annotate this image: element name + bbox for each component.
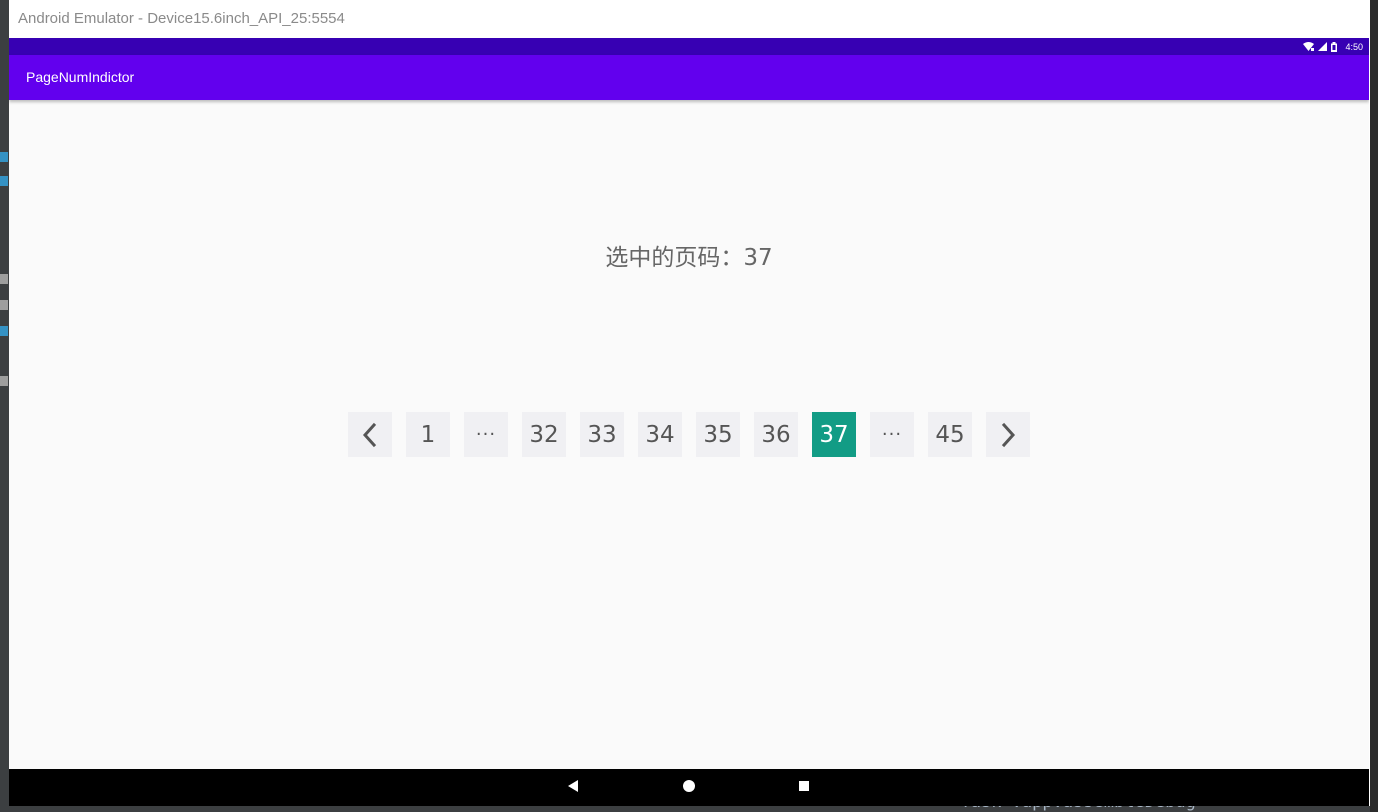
chevron-right-icon xyxy=(1001,422,1016,447)
app-bar: PageNumIndictor xyxy=(9,55,1369,100)
page-button-33[interactable]: 33 xyxy=(580,412,624,457)
prev-page-button[interactable] xyxy=(348,412,392,457)
ide-arrow-icon xyxy=(0,376,8,386)
chevron-left-icon xyxy=(362,422,377,447)
page-button-36[interactable]: 36 xyxy=(754,412,798,457)
navigation-bar xyxy=(9,769,1369,806)
ide-right-panel xyxy=(1370,0,1378,812)
battery-icon xyxy=(1331,41,1338,52)
page-button-45[interactable]: 45 xyxy=(928,412,972,457)
ide-arrow-icon xyxy=(0,300,8,310)
page-button-32[interactable]: 32 xyxy=(522,412,566,457)
window-titlebar[interactable]: Android Emulator - Device15.6inch_API_25… xyxy=(9,0,1370,38)
selected-page-label: 选中的页码：37 xyxy=(605,245,773,271)
next-page-button[interactable] xyxy=(986,412,1030,457)
ide-left-toolbar xyxy=(0,38,9,812)
page-indicator: 1 ··· 32 33 34 35 36 37 ··· 45 xyxy=(348,412,1030,457)
ide-folder-icon xyxy=(0,176,8,186)
page-ellipsis[interactable]: ··· xyxy=(464,412,508,457)
window-title: Android Emulator - Device15.6inch_API_25… xyxy=(18,10,345,27)
recents-icon[interactable] xyxy=(797,779,811,793)
home-icon[interactable] xyxy=(682,779,696,793)
ide-arrow-icon xyxy=(0,274,8,284)
page-button-34[interactable]: 34 xyxy=(638,412,682,457)
status-icons: 4:50 xyxy=(1303,40,1363,53)
device-screen: 4:50 PageNumIndictor 选中的页码：37 1 ··· 32 3… xyxy=(9,38,1369,806)
status-bar: 4:50 xyxy=(9,38,1369,55)
ide-folder-icon xyxy=(0,326,8,336)
app-title: PageNumIndictor xyxy=(26,69,135,85)
signal-icon xyxy=(1318,42,1328,51)
status-time: 4:50 xyxy=(1345,41,1363,52)
wifi-icon xyxy=(1303,42,1315,51)
page-button-1[interactable]: 1 xyxy=(406,412,450,457)
emulator-window: Android Emulator - Device15.6inch_API_25… xyxy=(9,0,1370,806)
page-button-37-active[interactable]: 37 xyxy=(812,412,856,457)
back-icon[interactable] xyxy=(566,779,580,793)
ide-folder-icon xyxy=(0,152,8,162)
page-button-35[interactable]: 35 xyxy=(696,412,740,457)
page-ellipsis[interactable]: ··· xyxy=(870,412,914,457)
